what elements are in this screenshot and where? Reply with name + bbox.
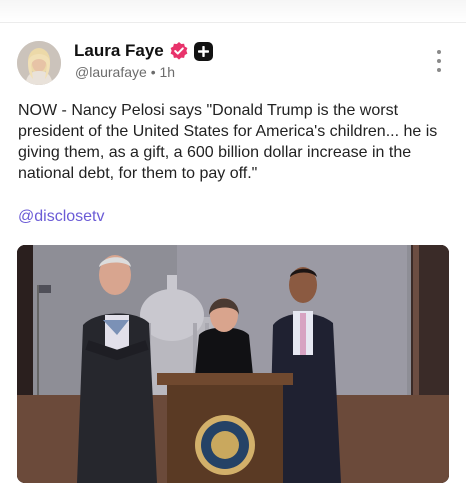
author-handle[interactable]: @laurafaye — [75, 64, 147, 80]
top-divider — [0, 0, 466, 23]
post-text: NOW - Nancy Pelosi says "Donald Trump is… — [18, 102, 438, 182]
avatar-image — [17, 41, 61, 85]
author-row: Laura Faye — [74, 41, 213, 61]
avatar[interactable] — [17, 41, 61, 85]
source-link[interactable]: @disclosetv — [18, 208, 105, 226]
press-conference-photo — [17, 245, 449, 483]
post-card: Laura Faye @laurafaye • 1h NOW - Nancy P… — [0, 22, 466, 500]
post-time: 1h — [159, 64, 176, 80]
author-name[interactable]: Laura Faye — [74, 41, 164, 61]
plus-icon — [193, 41, 213, 61]
author-meta: @laurafaye • 1h — [75, 64, 175, 80]
more-vertical-icon[interactable] — [434, 50, 444, 72]
meta-separator: • — [150, 64, 156, 80]
verified-badge-icon — [170, 42, 188, 60]
post-media[interactable] — [17, 245, 449, 483]
